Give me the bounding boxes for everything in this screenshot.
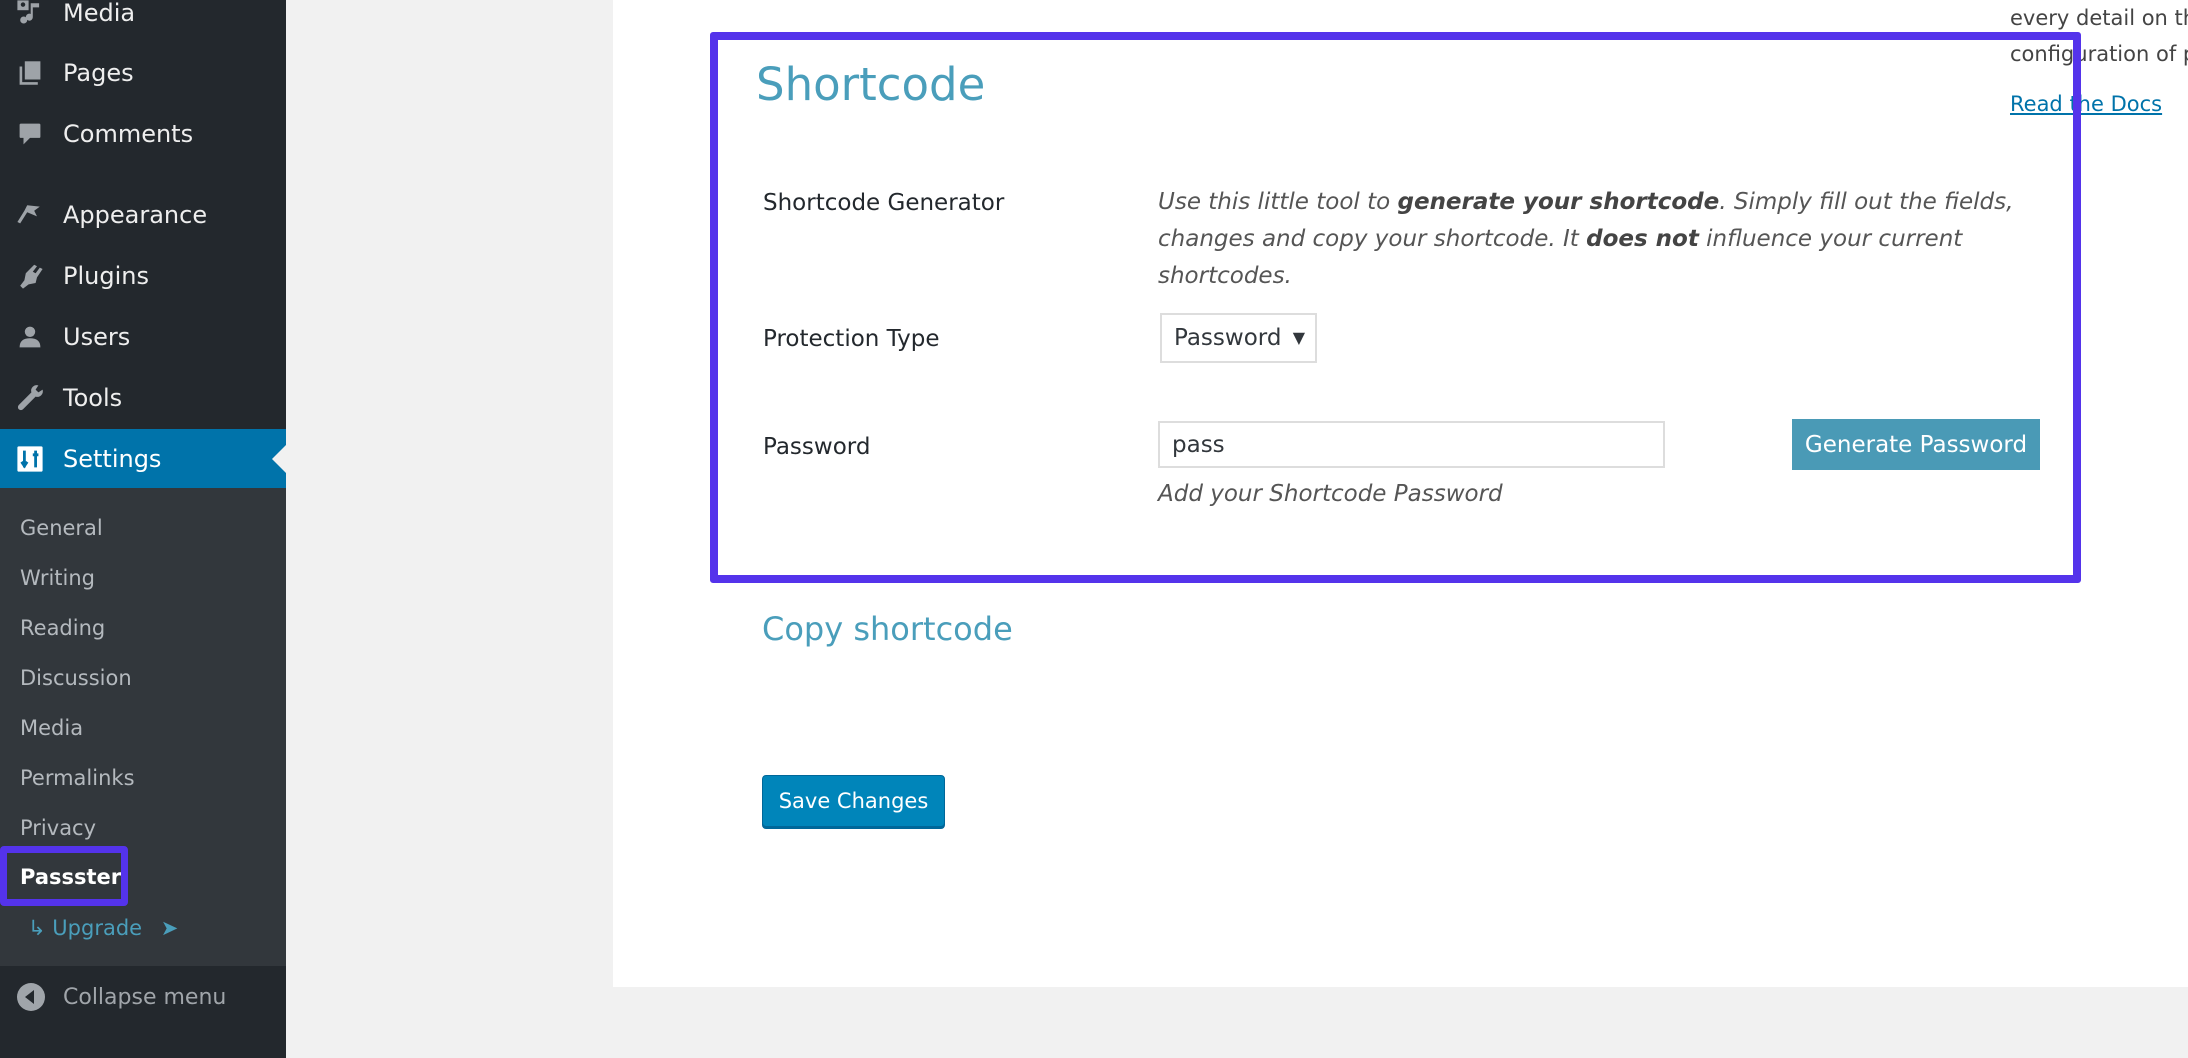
protection-type-select[interactable]: Password ▼ <box>1160 313 1317 363</box>
collapse-menu-button[interactable]: Collapse menu <box>0 966 286 1028</box>
desc-text: . Simply fill out the fields, <box>1719 189 2014 215</box>
menu-label: Plugins <box>63 262 149 290</box>
collapse-icon <box>17 983 45 1011</box>
menu-label: Comments <box>63 120 194 148</box>
desc-text: Use this little tool to <box>1158 189 1398 215</box>
section-title-copy-shortcode: Copy shortcode <box>762 610 1013 648</box>
menu-label: Media <box>63 0 136 27</box>
settings-icon <box>14 443 46 475</box>
shortcode-generator-description: Use this little tool to generate your sh… <box>1158 184 2038 295</box>
users-icon <box>14 321 46 353</box>
arrow-right-icon: ➤ <box>160 916 179 940</box>
sidebar-info-text: every detail on th configuration of p <box>2010 0 2188 72</box>
passster-highlight-box <box>0 846 128 906</box>
collapse-label: Collapse menu <box>63 984 227 1010</box>
menu-item-media[interactable]: Media <box>0 0 286 42</box>
save-changes-button[interactable]: Save Changes <box>762 775 945 827</box>
plugins-icon <box>14 260 46 292</box>
tools-icon <box>14 382 46 414</box>
section-title-shortcode: Shortcode <box>756 58 986 111</box>
shortcode-generator-label: Shortcode Generator <box>763 190 1005 216</box>
submenu-item-permalinks[interactable]: Permalinks <box>20 758 135 798</box>
admin-sidebar: Media Pages Comments Appearance Plugins … <box>0 0 286 1058</box>
media-icon <box>14 0 46 29</box>
desc-text: changes and copy your shortcode. It <box>1158 226 1587 252</box>
generate-password-button[interactable]: Generate Password <box>1792 419 2040 470</box>
info-line: every detail on th <box>2010 6 2188 30</box>
caret-down-icon: ▼ <box>1292 328 1305 347</box>
submenu-item-upgrade[interactable]: ↳ Upgrade ➤ <box>28 908 178 948</box>
password-label: Password <box>763 434 871 460</box>
menu-item-tools[interactable]: Tools <box>0 369 286 427</box>
appearance-icon <box>14 199 46 231</box>
desc-bold: generate your shortcode <box>1397 189 1720 215</box>
menu-label: Appearance <box>63 201 208 229</box>
menu-label: Users <box>63 323 131 351</box>
menu-item-appearance[interactable]: Appearance <box>0 186 286 244</box>
password-input[interactable] <box>1158 421 1665 468</box>
submenu-item-general[interactable]: General <box>20 508 103 548</box>
menu-label: Tools <box>63 384 123 412</box>
read-docs-link[interactable]: Read the Docs <box>2010 92 2162 116</box>
password-help-text: Add your Shortcode Password <box>1158 481 1503 507</box>
submenu-item-privacy[interactable]: Privacy <box>20 808 96 848</box>
menu-item-pages[interactable]: Pages <box>0 44 286 102</box>
submenu-item-reading[interactable]: Reading <box>20 608 105 648</box>
menu-label: Pages <box>63 59 134 87</box>
desc-bold: does not <box>1586 226 1699 252</box>
pages-icon <box>14 57 46 89</box>
menu-label: Settings <box>63 444 162 473</box>
sub-arrow-icon: ↳ <box>28 916 46 940</box>
menu-item-plugins[interactable]: Plugins <box>0 247 286 305</box>
selected-value: Password <box>1174 325 1282 351</box>
menu-item-comments[interactable]: Comments <box>0 105 286 163</box>
menu-item-users[interactable]: Users <box>0 308 286 366</box>
upgrade-label: Upgrade <box>52 916 143 940</box>
submenu-item-discussion[interactable]: Discussion <box>20 658 132 698</box>
submenu-item-media[interactable]: Media <box>20 708 83 748</box>
submenu-item-writing[interactable]: Writing <box>20 558 95 598</box>
comments-icon <box>14 118 46 150</box>
protection-type-label: Protection Type <box>763 326 940 352</box>
info-line: configuration of p <box>2010 42 2188 66</box>
menu-item-settings[interactable]: Settings <box>0 429 286 488</box>
active-indicator <box>272 444 286 473</box>
